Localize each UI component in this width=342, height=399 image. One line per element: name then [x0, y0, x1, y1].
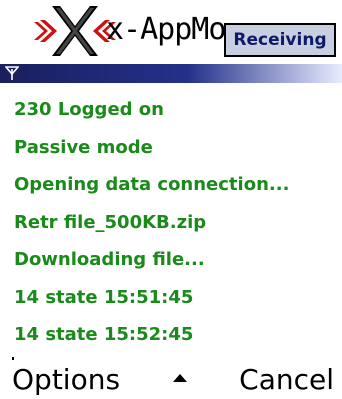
log-line: 14 state 15:52:45 — [14, 324, 194, 345]
status-bar — [0, 64, 342, 83]
log-list: 230 Logged on Passive mode Opening data … — [14, 91, 334, 354]
log-line: 230 Logged on — [14, 99, 164, 120]
cancel-softkey[interactable]: Cancel — [239, 360, 334, 399]
log-line: Opening data connection... — [14, 174, 290, 195]
antenna-signal-icon — [5, 66, 19, 80]
app-header: x-AppMo Receiving — [0, 0, 342, 64]
softkey-bar: Options Cancel — [0, 360, 342, 399]
log-line: 14 state 15:51:45 — [14, 286, 194, 308]
status-badge: Receiving — [224, 23, 336, 57]
log-line: Passive mode — [14, 136, 153, 158]
log-line: Downloading file... — [14, 249, 205, 270]
log-line: Retr file_500KB.zip — [14, 211, 207, 233]
app-title: x-AppMo — [106, 12, 226, 47]
up-arrow-icon[interactable] — [173, 374, 187, 382]
options-softkey[interactable]: Options — [12, 360, 120, 399]
